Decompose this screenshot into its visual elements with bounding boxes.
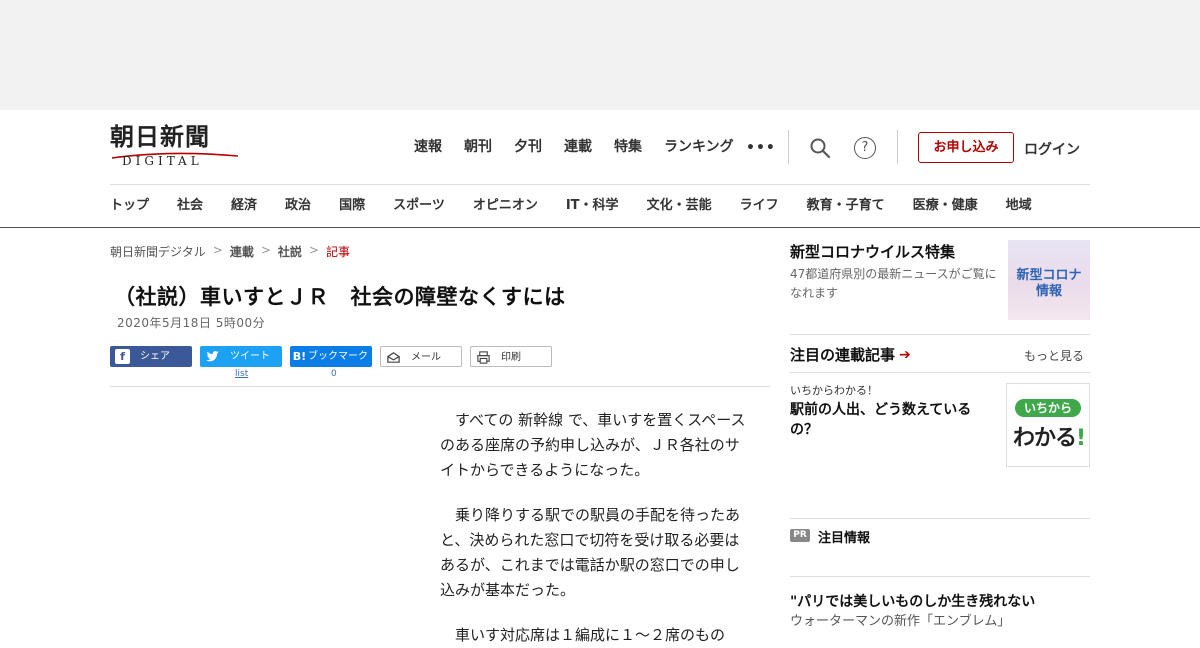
cat-life[interactable]: ライフ bbox=[740, 197, 779, 214]
pr-article-sub: ウォーターマンの新作「エンブレム」 bbox=[790, 614, 1011, 629]
sidebar-divider bbox=[790, 518, 1090, 519]
topnav-chokan[interactable]: 朝刊 bbox=[464, 138, 492, 156]
cat-education[interactable]: 教育・子育て bbox=[807, 197, 885, 214]
logo-main-text: 朝日新聞 bbox=[110, 122, 210, 151]
article-paragraph-3: 車いす対応席は１編成に１～２席のもの bbox=[440, 626, 726, 644]
search-icon[interactable] bbox=[808, 136, 832, 160]
article-date: 2020年5月18日 5時00分 bbox=[117, 316, 266, 330]
topnav-ranking[interactable]: ランキング bbox=[664, 138, 734, 156]
subscribe-button[interactable]: お申し込み bbox=[918, 132, 1014, 163]
print-icon bbox=[477, 351, 490, 364]
cat-politics[interactable]: 政治 bbox=[285, 197, 311, 214]
pr-badge: PR bbox=[790, 529, 810, 542]
print-label: 印刷 bbox=[501, 352, 521, 363]
mail-share-button[interactable]: メール bbox=[380, 346, 462, 367]
pr-article-title[interactable]: "パリでは美しいものしか生き残れない bbox=[790, 591, 1035, 611]
breadcrumb: 朝日新聞デジタル > 連載 > 社説 > 記事 bbox=[110, 243, 357, 260]
article-paragraph-2: 乗り降りする駅での駅員の手配を待ったあと、決められた窓口で切符を受け取る必要はあ… bbox=[440, 506, 741, 599]
top-ad-area bbox=[0, 0, 1200, 110]
breadcrumb-separator: > bbox=[212, 243, 223, 257]
print-button[interactable]: 印刷 bbox=[470, 346, 552, 367]
breadcrumb-home[interactable]: 朝日新聞デジタル bbox=[110, 243, 206, 260]
help-icon[interactable]: ? bbox=[854, 137, 876, 159]
twitter-icon bbox=[205, 351, 220, 362]
breadcrumb-shasetsu[interactable]: 社説 bbox=[278, 243, 302, 260]
category-nav: トップ 社会 経済 政治 国際 スポーツ オピニオン IT・科学 文化・芸能 ラ… bbox=[110, 197, 1032, 214]
twitter-share-label: ツイート bbox=[230, 351, 270, 362]
corona-badge-line1: 新型コロナ bbox=[1016, 268, 1082, 283]
topnav-sokuho[interactable]: 速報 bbox=[414, 138, 442, 156]
nav-bottom-border bbox=[0, 227, 1200, 228]
sidebar-divider bbox=[790, 576, 1090, 577]
twitter-share-button[interactable]: ツイート bbox=[200, 346, 282, 367]
hatena-bookmark-label: ブックマーク bbox=[308, 351, 368, 362]
series-kicker: いちからわかる！ bbox=[790, 384, 878, 397]
article-divider bbox=[110, 386, 770, 387]
article-paragraph-1: すべての 新幹線 で、車いすを置くスペースのある座席の予約申し込みが、ＪＲ各社の… bbox=[440, 411, 746, 479]
logo-sub-text: DIGITAL bbox=[122, 154, 203, 168]
corona-feature-desc: 47都道府県別の最新ニュースがご覧になれます bbox=[790, 267, 997, 300]
cat-it-science[interactable]: IT・科学 bbox=[566, 197, 619, 214]
wakaru-thumbnail[interactable]: いちから わかる! bbox=[1006, 383, 1090, 467]
mail-icon bbox=[387, 352, 400, 363]
hatena-bookmark-button[interactable]: B! ブックマーク bbox=[290, 346, 372, 367]
top-nav: 速報 朝刊 夕刊 連載 特集 ランキング bbox=[414, 138, 756, 156]
series-heading-text: 注目の連載記事 bbox=[790, 346, 896, 364]
topnav-yukan[interactable]: 夕刊 bbox=[514, 138, 542, 156]
cat-region[interactable]: 地域 bbox=[1006, 197, 1032, 214]
hatena-bookmark-icon: B! bbox=[292, 350, 307, 363]
breadcrumb-current: 記事 bbox=[325, 245, 350, 259]
header-divider-line bbox=[110, 184, 1090, 185]
series-article-title[interactable]: 駅前の人出、どう数えているの？ bbox=[790, 400, 996, 440]
facebook-share-label: シェア bbox=[140, 351, 170, 362]
sidebar-divider bbox=[790, 334, 1090, 335]
cat-culture[interactable]: 文化・芸能 bbox=[647, 197, 712, 214]
cat-sports[interactable]: スポーツ bbox=[393, 197, 445, 214]
breadcrumb-separator: > bbox=[308, 243, 319, 257]
topnav-rensai[interactable]: 連載 bbox=[564, 138, 592, 156]
wakaru-excl: ! bbox=[1076, 426, 1086, 451]
header-divider bbox=[788, 130, 789, 164]
cat-health[interactable]: 医療・健康 bbox=[913, 197, 978, 214]
cat-international[interactable]: 国際 bbox=[339, 197, 365, 214]
series-heading: 注目の連載記事 ➔ bbox=[790, 344, 911, 365]
sidebar-divider bbox=[790, 372, 1090, 373]
wakaru-logo-text: わかる! bbox=[1013, 420, 1086, 452]
hatena-count[interactable]: 0 bbox=[331, 369, 337, 379]
arrow-right-icon: ➔ bbox=[899, 346, 911, 363]
more-menu-icon[interactable]: ••• bbox=[746, 140, 776, 156]
pr-heading: 注目情報 bbox=[818, 531, 871, 546]
header-divider bbox=[897, 130, 898, 164]
login-button[interactable]: ログイン bbox=[1024, 139, 1080, 159]
breadcrumb-rensai[interactable]: 連載 bbox=[230, 243, 254, 260]
facebook-icon: f bbox=[115, 349, 130, 364]
site-logo[interactable]: 朝日新聞 DIGITAL bbox=[110, 124, 240, 170]
wakaru-big-text: わかる bbox=[1013, 426, 1077, 451]
twitter-count[interactable]: list bbox=[235, 369, 248, 379]
article-title: （社説）車いすとＪＲ 社会の障壁なくすには bbox=[114, 285, 566, 309]
breadcrumb-separator: > bbox=[260, 243, 271, 257]
wakaru-badge: いちから bbox=[1015, 399, 1081, 417]
more-link[interactable]: もっと見る bbox=[1024, 347, 1084, 364]
cat-society[interactable]: 社会 bbox=[177, 197, 203, 214]
topnav-tokushu[interactable]: 特集 bbox=[614, 138, 642, 156]
corona-feature-title[interactable]: 新型コロナウイルス特集 bbox=[790, 241, 955, 262]
cat-opinion[interactable]: オピニオン bbox=[473, 197, 538, 214]
facebook-share-button[interactable]: f シェア bbox=[110, 346, 192, 367]
mail-share-label: メール bbox=[411, 352, 441, 363]
cat-top[interactable]: トップ bbox=[110, 197, 149, 214]
corona-badge-line2: 情報 bbox=[1035, 284, 1062, 299]
corona-feature-thumbnail[interactable]: 新型コロナ 情報 bbox=[1008, 240, 1090, 320]
cat-economy[interactable]: 経済 bbox=[231, 197, 257, 214]
